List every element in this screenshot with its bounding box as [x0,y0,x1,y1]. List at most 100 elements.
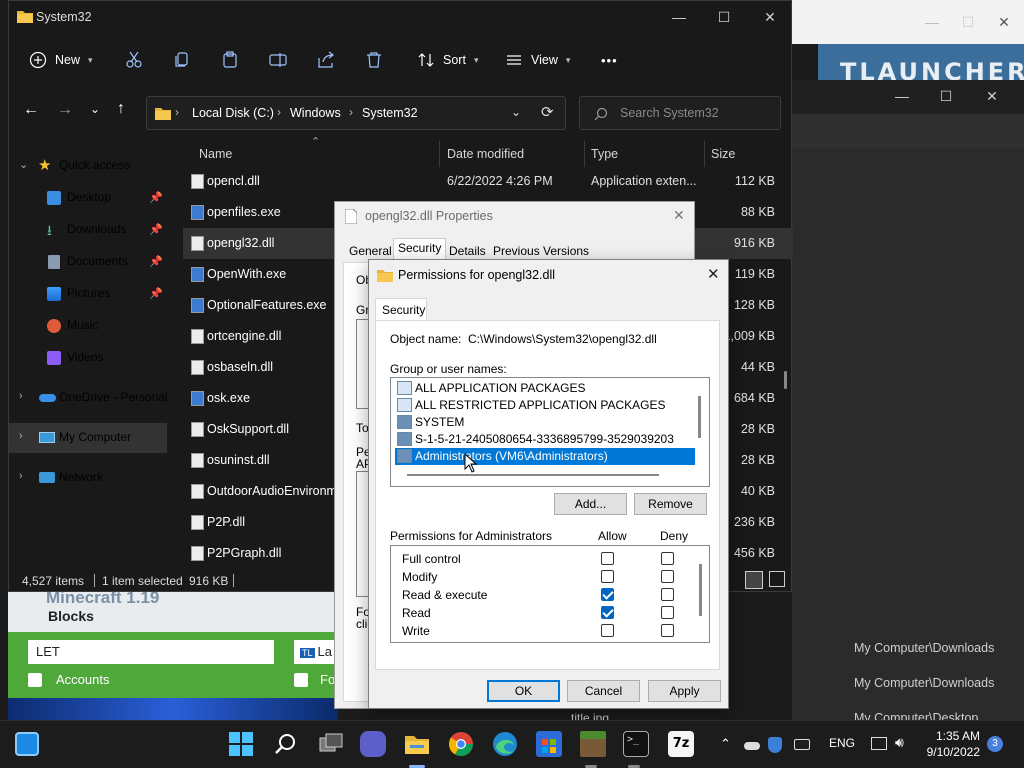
nav-onedrive[interactable]: › OneDrive - Personal [9,383,168,413]
7zip-icon[interactable]: 7z [668,731,694,757]
minimize-icon[interactable]: — [922,12,942,32]
network-icon[interactable] [871,737,887,750]
defender-icon[interactable] [768,737,782,753]
group-row[interactable]: Administrators (VM6\Administrators) [395,448,695,465]
nav-item-documents[interactable]: Documents 📌 [9,247,167,277]
chevron-down-icon[interactable]: ⌄ [19,158,28,171]
group-row[interactable]: SYSTEM [395,414,695,431]
back-icon[interactable]: ← [23,101,39,119]
allow-checkbox[interactable] [601,588,614,601]
nickname-input[interactable]: LET [28,640,274,664]
deny-checkbox[interactable] [661,570,674,583]
scrollbar-thumb[interactable] [698,396,701,438]
delete-icon[interactable] [365,51,383,69]
cancel-button[interactable]: Cancel [567,680,640,702]
nav-item-desktop[interactable]: Desktop 📌 [9,183,167,213]
refresh-icon[interactable]: ⟳ [541,103,554,121]
paste-icon[interactable] [221,51,239,69]
recent-locations-icon[interactable]: ⌄ [90,102,100,116]
start-icon[interactable] [228,731,254,757]
view-button[interactable]: View ▾ [505,47,570,73]
tab-security[interactable]: Security [375,298,427,321]
chrome-icon[interactable] [448,731,474,757]
address-bar[interactable]: › Local Disk (C:) › Windows › System32 ⌄… [146,96,566,130]
close-icon[interactable]: ✕ [707,265,720,283]
pin-icon[interactable]: 📌 [149,191,163,204]
minecraft-icon[interactable] [580,731,606,757]
deny-checkbox[interactable] [661,552,674,565]
chevron-right-icon[interactable]: › [19,390,23,402]
task-view-icon[interactable] [318,731,344,757]
chevron-right-icon[interactable]: › [19,430,23,442]
maximize-icon[interactable]: ☐ [714,7,734,27]
nav-quick-access[interactable]: ⌄ ★ Quick access [9,151,167,181]
recent-path[interactable]: My Computer\Downloads [854,641,994,655]
sort-button[interactable]: Sort ▾ [417,47,478,73]
share-icon[interactable] [317,51,335,69]
horizontal-scrollbar[interactable] [407,474,659,476]
pin-icon[interactable]: 📌 [149,223,163,236]
nav-item-downloads[interactable]: ⭳ Downloads 📌 [9,215,167,245]
add-button[interactable]: Add... [554,493,627,515]
recent-path[interactable]: My Computer\Downloads [854,676,994,690]
search-input[interactable]: Search System32 [579,96,781,130]
ok-button[interactable]: OK [487,680,560,702]
up-icon[interactable]: ↑ [117,100,125,118]
details-view-icon[interactable] [745,571,763,589]
version-select[interactable]: TL La [294,640,338,664]
nav-network[interactable]: › Network [9,463,167,493]
chevron-right-icon[interactable]: › [19,470,23,482]
pin-icon[interactable]: 📌 [149,255,163,268]
edge-icon[interactable] [492,731,518,757]
tiles-view-icon[interactable] [769,571,785,587]
column-divider[interactable] [584,141,585,167]
accounts-checkbox[interactable] [28,673,42,687]
group-row[interactable]: ALL RESTRICTED APPLICATION PACKAGES [395,397,695,414]
widgets-icon[interactable] [15,732,39,756]
chat-icon[interactable] [360,731,386,757]
clock[interactable]: 1:35 AM 9/10/2022 [920,729,980,759]
nav-item-music[interactable]: Music [9,311,167,341]
copy-icon[interactable] [173,51,191,69]
deny-checkbox[interactable] [661,624,674,637]
store-icon[interactable] [536,731,562,757]
remove-button[interactable]: Remove [634,493,707,515]
column-divider[interactable] [439,141,440,167]
keyboard-icon[interactable] [794,739,810,750]
scrollbar-thumb[interactable] [699,564,702,616]
show-hidden-icons[interactable]: ⌃ [720,736,731,752]
nav-item-videos[interactable]: Videos [9,343,167,373]
groups-list[interactable]: ALL APPLICATION PACKAGES ALL RESTRICTED A… [390,377,710,487]
maximize-icon[interactable]: ☐ [958,12,978,32]
nav-my-computer[interactable]: › My Computer [9,423,167,453]
forward-icon[interactable]: → [57,101,73,119]
group-row[interactable]: ALL APPLICATION PACKAGES [395,380,695,397]
group-row[interactable]: S-1-5-21-2405080654-3336895799-352903920… [395,431,695,448]
volume-icon[interactable]: 🔊︎ [895,734,904,751]
close-icon[interactable]: ✕ [673,207,685,224]
pin-icon[interactable]: 📌 [149,287,163,300]
language-indicator[interactable]: ENG [829,736,855,750]
deny-checkbox[interactable] [661,588,674,601]
search-icon[interactable] [273,731,299,757]
deny-checkbox[interactable] [661,606,674,619]
breadcrumb-local-disk[interactable]: Local Disk (C:) [192,106,274,120]
onedrive-icon[interactable] [744,742,760,750]
allow-checkbox[interactable] [601,570,614,583]
nav-item-pictures[interactable]: Pictures 📌 [9,279,167,309]
breadcrumb-windows[interactable]: Windows [290,106,341,120]
more-options-button[interactable]: ••• [601,47,618,73]
allow-checkbox[interactable] [601,624,614,637]
permissions-list[interactable]: Full control Modify Read & execute Read Writ… [390,545,710,643]
close-icon[interactable]: ✕ [994,12,1014,32]
notification-badge[interactable]: 3 [987,736,1003,752]
allow-checkbox[interactable] [601,552,614,565]
minimize-icon[interactable]: — [892,86,912,106]
terminal-icon[interactable]: >_ [623,731,649,757]
rename-icon[interactable] [269,51,287,69]
new-button[interactable]: New ▾ [29,47,93,73]
fo-checkbox[interactable] [294,673,308,687]
column-divider[interactable] [704,141,705,167]
chevron-down-icon[interactable]: ⌄ [511,105,521,119]
breadcrumb-system32[interactable]: System32 [362,106,418,120]
